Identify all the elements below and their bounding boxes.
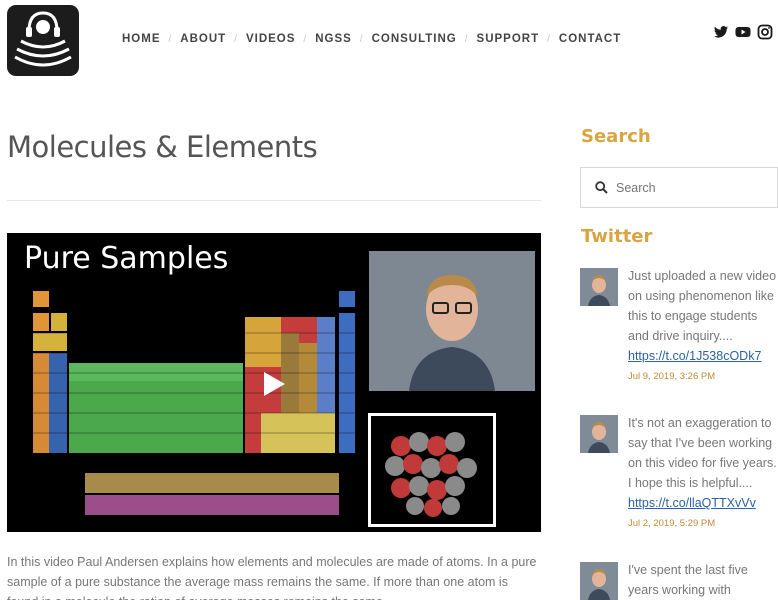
search-field[interactable] [580, 167, 778, 208]
instagram-icon[interactable] [757, 24, 773, 40]
video-player[interactable]: Pure Samples [7, 233, 541, 532]
nav-contact[interactable]: CONTACT [559, 33, 621, 45]
youtube-icon[interactable] [735, 24, 751, 40]
nav-videos[interactable]: VIDEOS [246, 33, 295, 45]
avatar[interactable] [580, 415, 618, 453]
tweet-timestamp[interactable]: Jul 9, 2019, 3:26 PM [628, 370, 778, 384]
nav-separator: / [547, 33, 551, 45]
headphones-logo-icon [14, 11, 72, 67]
video-description: In this video Paul Andersen explains how… [7, 555, 537, 600]
nav-ngss[interactable]: NGSS [315, 33, 352, 45]
molecule-model-image [368, 413, 496, 527]
avatar[interactable] [580, 562, 618, 600]
tweet-link[interactable]: https://t.co/1J538cODk7 [628, 349, 761, 363]
site-logo[interactable] [7, 5, 79, 76]
twitter-icon[interactable] [713, 24, 729, 40]
tweet-text: It's not an exaggeration to say that I'v… [628, 416, 777, 490]
search-input[interactable] [616, 180, 766, 195]
nav-separator: / [168, 33, 173, 45]
search-heading: Search [581, 126, 651, 147]
nav-separator: / [234, 33, 238, 45]
nav-separator: / [464, 33, 469, 45]
nav-about[interactable]: ABOUT [180, 33, 226, 45]
nav-home[interactable]: HOME [122, 33, 161, 45]
search-icon [595, 181, 608, 194]
tweet-timestamp[interactable]: Jul 2, 2019, 5:29 PM [628, 517, 778, 531]
nav-separator: / [359, 33, 364, 45]
tweet-text: I've spent the last five years working w… [628, 563, 748, 597]
presenter-thumbnail [369, 251, 535, 391]
nav-support[interactable]: SUPPORT [477, 33, 540, 45]
tweet-link[interactable]: https://t.co/llaQTTXvVv [628, 496, 756, 510]
play-icon[interactable] [258, 369, 288, 399]
title-divider [7, 200, 541, 201]
avatar[interactable] [580, 268, 618, 306]
nav-consulting[interactable]: CONSULTING [372, 33, 457, 45]
tweet-text: Just uploaded a new video on using pheno… [628, 269, 777, 343]
nav-separator: / [303, 33, 308, 45]
twitter-heading: Twitter [581, 226, 653, 247]
video-heading: Pure Samples [24, 241, 229, 276]
page-title: Molecules & Elements [7, 130, 318, 164]
main-nav: HOME / ABOUT / VIDEOS / NGSS / CONSULTIN… [122, 33, 621, 45]
social-links [713, 24, 773, 40]
